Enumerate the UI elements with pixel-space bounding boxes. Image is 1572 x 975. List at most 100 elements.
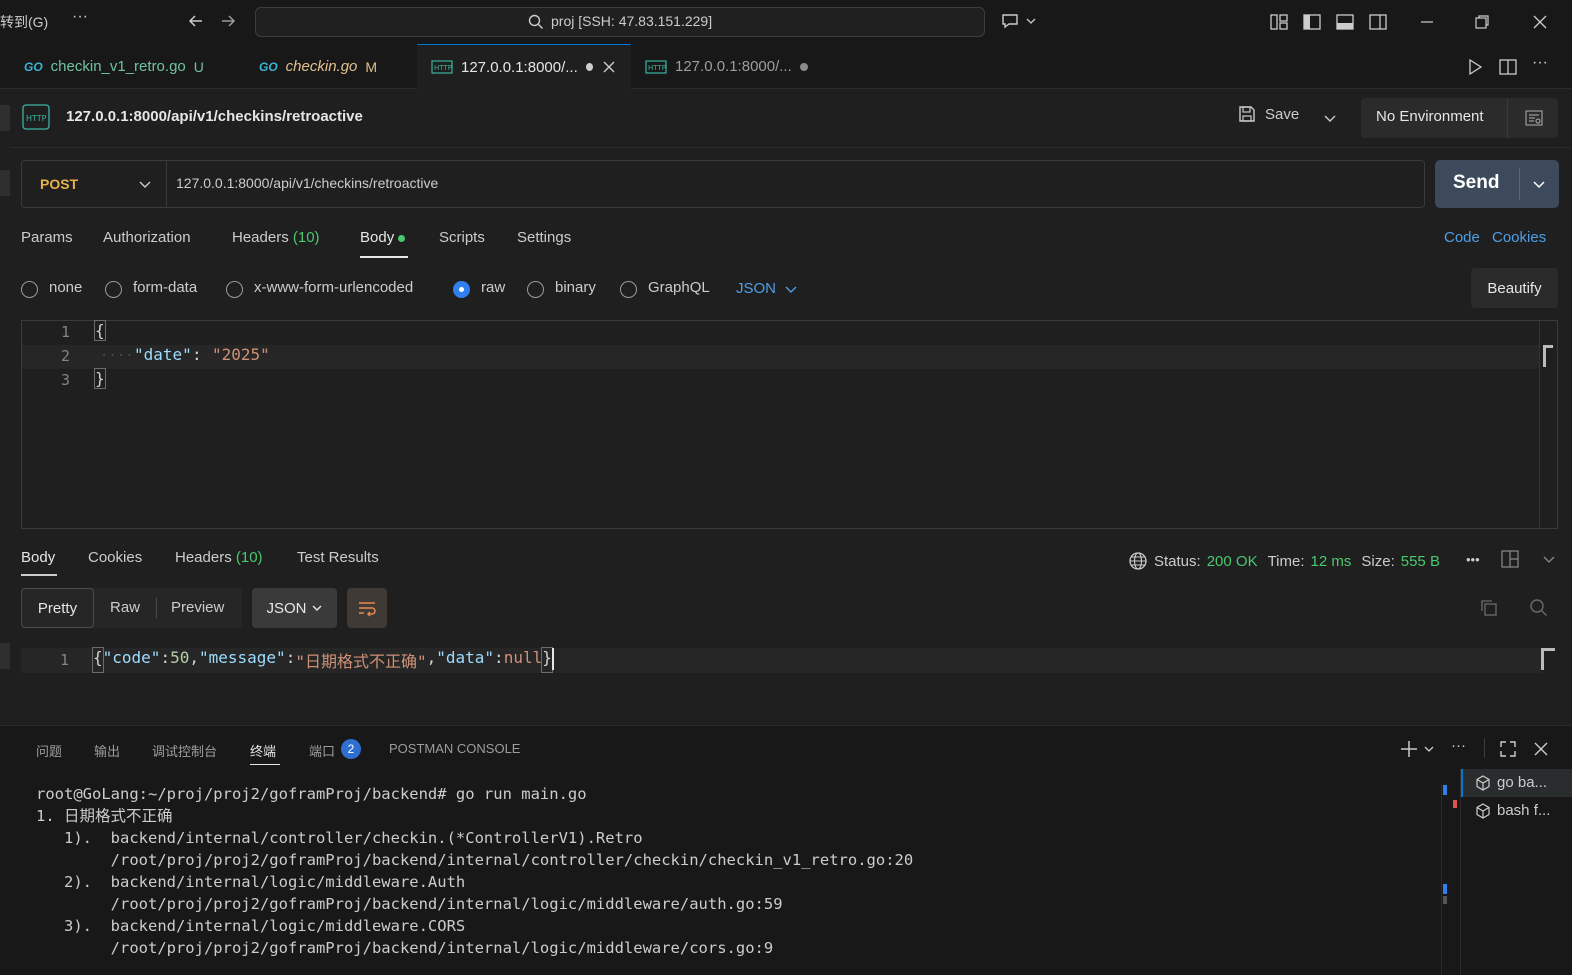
command-center[interactable]: proj [SSH: 47.83.151.229] <box>255 7 985 37</box>
response-tab-test-results[interactable]: Test Results <box>297 549 379 566</box>
chevron-down-icon <box>311 602 323 614</box>
send-button[interactable]: Send <box>1435 160 1559 208</box>
close-panel-icon[interactable] <box>1531 739 1551 759</box>
response-layout-icon[interactable] <box>1500 549 1520 569</box>
radio-raw[interactable] <box>453 281 470 298</box>
response-tab-headers[interactable]: Headers (10) <box>175 549 263 566</box>
untracked-badge: U <box>193 58 204 75</box>
response-tab-cookies[interactable]: Cookies <box>88 549 142 566</box>
divider <box>1519 168 1520 200</box>
tab-params[interactable]: Params <box>21 229 73 246</box>
copy-icon[interactable] <box>1479 598 1499 618</box>
tab-checkin-v1-retro[interactable]: GO checkin_v1_retro.go U <box>10 44 218 89</box>
split-editor-icon[interactable] <box>1498 57 1518 77</box>
environment-selector[interactable]: No Environment <box>1361 98 1558 138</box>
globe-icon[interactable] <box>1128 551 1148 571</box>
terminal-item-bash[interactable]: bash f... <box>1475 802 1550 819</box>
maximize-panel-icon[interactable] <box>1498 739 1518 759</box>
response-collapse-chevron-icon[interactable] <box>1541 551 1557 567</box>
customize-layout-icon[interactable] <box>1269 12 1289 32</box>
close-window-icon[interactable] <box>1530 12 1550 32</box>
tab-label: 127.0.0.1:8000/... <box>675 58 792 75</box>
menu-more-icon[interactable]: ··· <box>72 8 88 26</box>
restore-icon[interactable] <box>1472 12 1492 32</box>
body-format-label: JSON <box>736 280 777 297</box>
radio-graphql[interactable] <box>620 281 637 298</box>
tab-settings[interactable]: Settings <box>517 229 571 246</box>
method-select[interactable]: POST <box>40 176 78 192</box>
status-value[interactable]: 200 OK <box>1207 553 1258 570</box>
url-input[interactable]: 127.0.0.1:8000/api/v1/checkins/retroacti… <box>176 175 438 191</box>
minimize-icon[interactable] <box>1417 12 1437 32</box>
response-body-json[interactable]: {"code":50, "message": "日期格式不正确", "data": nu… <box>92 647 554 673</box>
scrollbar-track[interactable] <box>1539 321 1540 528</box>
environment-quick-look-icon[interactable] <box>1524 108 1544 128</box>
wrap-lines-button[interactable] <box>347 588 387 628</box>
tab-http-request[interactable]: HTTP 127.0.0.1:8000/... <box>631 44 822 89</box>
view-raw-button[interactable]: Raw <box>110 599 140 616</box>
go-icon: GO <box>259 59 278 74</box>
panel-more-icon[interactable]: ··· <box>1451 737 1466 754</box>
json-brace-open: { <box>94 320 106 341</box>
panel-tab-output[interactable]: 输出 <box>94 741 120 760</box>
copilot-icon[interactable] <box>1000 11 1038 31</box>
size-value[interactable]: 555 B <box>1401 553 1440 570</box>
response-more-icon[interactable]: ••• <box>1466 552 1480 567</box>
view-preview-button[interactable]: Preview <box>171 599 224 616</box>
tab-headers[interactable]: Headers (10) <box>232 229 320 246</box>
panel-tab-problems[interactable]: 问题 <box>36 741 62 760</box>
response-line-number: 1 <box>59 651 69 669</box>
run-icon[interactable] <box>1465 57 1485 77</box>
terminal-output[interactable]: root@GoLang:~/proj/proj2/goframProj/back… <box>36 783 913 959</box>
tab-http-request-active[interactable]: HTTP 127.0.0.1:8000/... <box>417 44 631 89</box>
body-format-select[interactable]: JSON <box>736 280 798 297</box>
http-icon: HTTP <box>645 59 667 75</box>
tab-scripts[interactable]: Scripts <box>439 229 485 246</box>
radio-none[interactable] <box>21 281 38 298</box>
response-tab-body[interactable]: Body <box>21 549 55 566</box>
time-value[interactable]: 12 ms <box>1311 553 1352 570</box>
tab-body[interactable]: Body <box>360 229 406 246</box>
new-terminal-plus-icon[interactable] <box>1400 739 1438 759</box>
panel-tab-terminal[interactable]: 终端 <box>250 741 276 760</box>
toggle-secondary-sidebar-icon[interactable] <box>1368 12 1388 32</box>
toggle-panel-icon[interactable] <box>1335 12 1355 32</box>
panel-tab-debug-console[interactable]: 调试控制台 <box>152 741 217 760</box>
save-button[interactable]: Save <box>1237 104 1299 124</box>
terminal-scrollbar-track[interactable] <box>1441 783 1442 975</box>
beautify-button[interactable]: Beautify <box>1471 268 1558 308</box>
panel-tab-ports[interactable]: 端口 <box>309 741 335 760</box>
more-actions-icon[interactable]: ··· <box>1532 54 1548 72</box>
tab-authorization[interactable]: Authorization <box>103 229 191 246</box>
cookies-link[interactable]: Cookies <box>1492 229 1546 246</box>
tab-label: 127.0.0.1:8000/... <box>461 58 578 76</box>
request-body-editor[interactable]: 1 2 3 { ···· "date" : "2025" } <box>21 320 1558 529</box>
terminal-line: root@GoLang:~/proj/proj2/goframProj/back… <box>36 785 587 803</box>
radio-form-data[interactable] <box>105 281 122 298</box>
tab-label: checkin.go <box>285 58 358 75</box>
method-chevron-icon[interactable] <box>138 177 152 191</box>
tab-checkin-go[interactable]: GO checkin.go M <box>245 44 391 89</box>
menu-goto[interactable]: 转到(G) <box>0 12 48 32</box>
radio-binary-label: binary <box>555 279 596 296</box>
terminal-item-go[interactable]: go ba... <box>1475 774 1547 791</box>
forward-arrow-icon[interactable] <box>218 11 238 31</box>
save-options-chevron-icon[interactable] <box>1322 110 1338 126</box>
response-format-select[interactable]: JSON <box>252 588 337 628</box>
radio-binary[interactable] <box>527 281 544 298</box>
environment-label: No Environment <box>1376 108 1484 125</box>
response-status-line: Status: 200 OK Time: 12 ms Size: 555 B <box>1128 551 1440 571</box>
view-pretty-button[interactable]: Pretty <box>21 588 94 628</box>
panel-tab-postman-console[interactable]: POSTMAN CONSOLE <box>389 741 520 756</box>
send-options-chevron-icon[interactable] <box>1532 177 1546 191</box>
tab-headers-label: Headers <box>232 229 289 246</box>
scrollbar-marker-red <box>1453 800 1457 808</box>
search-response-icon[interactable] <box>1529 598 1549 618</box>
request-title[interactable]: 127.0.0.1:8000/api/v1/checkins/retroacti… <box>66 108 363 125</box>
send-label: Send <box>1453 172 1500 193</box>
radio-x-www-form-urlencoded[interactable] <box>226 281 243 298</box>
close-tab-icon[interactable] <box>601 59 617 75</box>
back-arrow-icon[interactable] <box>186 11 206 31</box>
code-link[interactable]: Code <box>1444 229 1480 246</box>
toggle-primary-sidebar-icon[interactable] <box>1302 12 1322 32</box>
